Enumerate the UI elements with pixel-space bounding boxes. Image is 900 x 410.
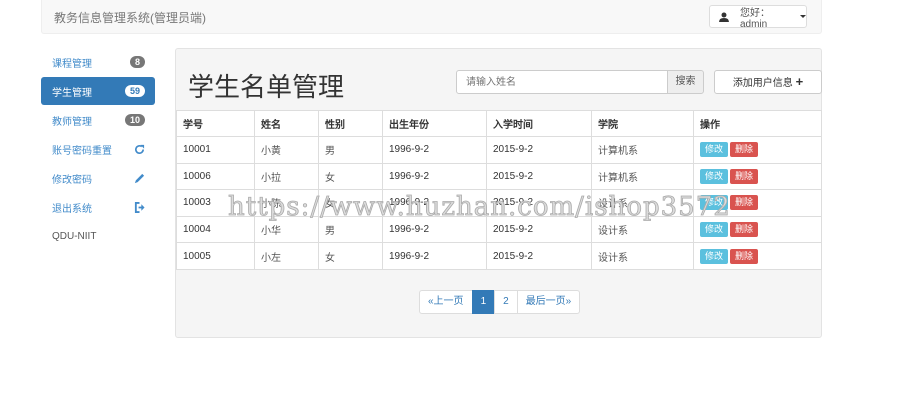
edit-button[interactable]: 修改 xyxy=(700,142,729,158)
sidebar-item-label: 修改密码 xyxy=(52,174,92,186)
sidebar-item-reset-password[interactable]: 账号密码重置 xyxy=(41,135,155,163)
caret-down-icon xyxy=(800,15,806,18)
student-sex: 女 xyxy=(318,162,383,191)
student-name: 小拉 xyxy=(254,162,319,191)
refresh-icon xyxy=(135,144,145,154)
enroll-date: 2015-9-2 xyxy=(486,162,592,191)
student-panel: 学生名单管理 搜索 添加用户信息 + 学号姓名性别出生年份入学时间学院操作 10… xyxy=(175,48,822,338)
actions-cell: 修改 删除 xyxy=(693,189,822,217)
delete-button[interactable]: 删除 xyxy=(730,248,759,264)
student-sex: 女 xyxy=(318,242,383,270)
table-row: 10004 小华 男 1996-9-2 2015-9-2 设计系 修改 删除 xyxy=(176,215,822,244)
birth-date: 1996-9-2 xyxy=(382,162,487,191)
edit-button[interactable]: 修改 xyxy=(700,222,729,238)
search-input[interactable] xyxy=(456,70,668,94)
table-row: 10006 小拉 女 1996-9-2 2015-9-2 计算机系 修改 删除 xyxy=(176,162,822,191)
enroll-date: 2015-9-2 xyxy=(486,242,592,270)
delete-button[interactable]: 删除 xyxy=(730,222,759,238)
edit-button[interactable]: 修改 xyxy=(700,248,729,264)
birth-date: 1996-9-2 xyxy=(382,215,487,244)
department: 计算机系 xyxy=(591,162,694,191)
sidebar: 课程管理 8 学生管理 59 教师管理 10 账号密码重置 修改密码 退出系统 QDU… xyxy=(41,48,155,251)
delete-button[interactable]: 删除 xyxy=(730,142,759,158)
page-2-button[interactable]: 2 xyxy=(494,290,518,314)
department: 计算机系 xyxy=(591,136,694,164)
count-badge: 59 xyxy=(124,85,145,97)
user-menu-button[interactable]: 您好：admin xyxy=(709,5,807,30)
table-row: 10003 小陈 女 1996-9-2 2015-9-2 设计系 修改 删除 xyxy=(176,189,822,217)
actions-cell: 修改 删除 xyxy=(693,215,822,244)
birth-date: 1996-9-2 xyxy=(382,136,487,164)
department: 设计系 xyxy=(591,215,694,244)
student-sex: 男 xyxy=(318,215,383,244)
column-header: 性别 xyxy=(318,110,383,137)
student-id: 10004 xyxy=(176,215,255,244)
page-1-button[interactable]: 1 xyxy=(471,290,496,314)
student-name: 小黄 xyxy=(254,136,319,164)
sidebar-item-logout[interactable]: 退出系统 xyxy=(41,193,155,221)
user-icon xyxy=(719,12,729,22)
student-id: 10003 xyxy=(176,189,255,217)
sidebar-item-label: 退出系统 xyxy=(52,203,92,215)
birth-date: 1996-9-2 xyxy=(382,242,487,270)
pagination: «上一页 1 2 最后一页» xyxy=(419,290,581,314)
actions-cell: 修改 删除 xyxy=(693,242,822,270)
delete-button[interactable]: 删除 xyxy=(730,195,759,211)
user-greeting: 您好：admin xyxy=(739,7,770,30)
student-id: 10006 xyxy=(176,162,255,191)
actions-cell: 修改 删除 xyxy=(693,162,822,191)
sidebar-item-label: 教师管理 xyxy=(52,116,92,128)
sidebar-item-change-password[interactable]: 修改密码 xyxy=(41,164,155,192)
actions-cell: 修改 删除 xyxy=(693,136,822,164)
navbar: 教务信息管理系统(管理员端) 您好：admin xyxy=(41,0,822,34)
table-row: 10001 小黄 男 1996-9-2 2015-9-2 计算机系 修改 删除 xyxy=(176,136,822,164)
department: 设计系 xyxy=(591,242,694,270)
delete-button[interactable]: 删除 xyxy=(730,168,759,184)
student-name: 小华 xyxy=(254,215,319,244)
sidebar-item-students[interactable]: 学生管理 59 xyxy=(41,77,155,105)
table-header-row: 学号 姓名 性别 出生年份 入学时间 学院 操作 xyxy=(176,110,822,137)
pencil-icon xyxy=(134,173,145,183)
count-badge: 8 xyxy=(129,56,145,68)
column-header: 出生年份 xyxy=(382,110,487,137)
column-header: 学院 xyxy=(591,110,694,137)
edit-button[interactable]: 修改 xyxy=(700,168,729,184)
sidebar-item-label: 学生管理 xyxy=(52,87,92,99)
student-name: 小陈 xyxy=(254,189,319,217)
edit-button[interactable]: 修改 xyxy=(700,195,729,211)
sidebar-footer: QDU-NIIT xyxy=(52,230,97,242)
column-header: 学号 xyxy=(176,110,255,137)
student-id: 10005 xyxy=(176,242,255,270)
student-sex: 女 xyxy=(318,189,383,217)
student-table: 学号 姓名 性别 出生年份 入学时间 学院 操作 10001 小黄 男 1996-9-2 2… xyxy=(176,110,822,270)
page-title: 学生名单管理 xyxy=(188,73,345,103)
sidebar-item-teachers[interactable]: 教师管理 10 xyxy=(41,106,155,134)
sidebar-item-label: 课程管理 xyxy=(52,58,92,70)
prev-page-button[interactable]: «上一页 xyxy=(419,290,473,314)
column-header: 入学时间 xyxy=(486,110,592,137)
birth-date: 1996-9-2 xyxy=(382,189,487,217)
sidebar-item-courses[interactable]: 课程管理 8 xyxy=(41,48,155,76)
plus-icon: + xyxy=(795,74,804,89)
logout-icon xyxy=(134,201,145,213)
search-button[interactable]: 搜索 xyxy=(667,70,704,94)
table-row: 10005 小左 女 1996-9-2 2015-9-2 设计系 修改 删除 xyxy=(176,242,822,270)
add-user-button[interactable]: 添加用户信息 + xyxy=(714,70,822,94)
student-id: 10001 xyxy=(176,136,255,164)
count-badge: 10 xyxy=(124,114,145,126)
enroll-date: 2015-9-2 xyxy=(486,215,592,244)
column-header: 操作 xyxy=(693,110,822,137)
add-user-label: 添加用户信息 xyxy=(732,78,793,89)
column-header: 姓名 xyxy=(254,110,319,137)
student-sex: 男 xyxy=(318,136,383,164)
app-title: 教务信息管理系统(管理员端) xyxy=(54,11,206,25)
last-page-button[interactable]: 最后一页» xyxy=(516,290,581,314)
student-name: 小左 xyxy=(254,242,319,270)
department: 设计系 xyxy=(591,189,694,217)
enroll-date: 2015-9-2 xyxy=(486,136,592,164)
sidebar-item-label: 账号密码重置 xyxy=(52,145,112,157)
enroll-date: 2015-9-2 xyxy=(486,189,592,217)
